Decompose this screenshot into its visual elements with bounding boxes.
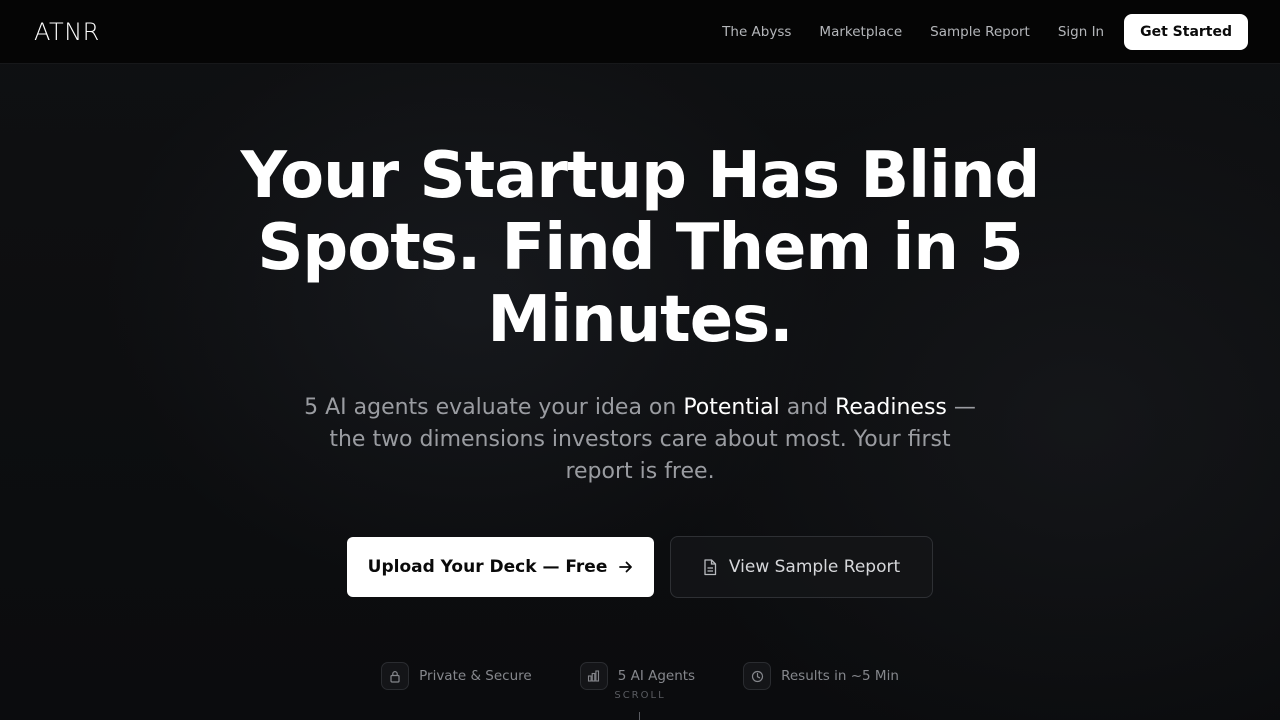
bar-chart-icon <box>579 662 608 690</box>
background <box>0 0 1280 720</box>
badge-private-secure: Private & Secure <box>381 662 532 690</box>
scroll-hint: SCROLL <box>614 690 666 701</box>
get-started-button[interactable]: Get Started <box>1124 14 1248 50</box>
nav-link-marketplace[interactable]: Marketplace <box>819 24 902 40</box>
subtitle-highlight-readiness: Readiness <box>835 395 947 420</box>
logo[interactable]: ATNR <box>34 18 100 46</box>
trust-badges: Private & Secure 5 AI Agents Results in … <box>0 662 1280 690</box>
lock-icon <box>381 662 410 690</box>
view-sample-report-button[interactable]: View Sample Report <box>670 536 933 598</box>
badge-ai-agents: 5 AI Agents <box>579 662 696 690</box>
badge-label: Private & Secure <box>419 668 532 684</box>
subtitle-text: 5 AI agents evaluate your idea on <box>304 395 684 420</box>
arrow-right-icon <box>619 558 633 577</box>
nav-links: The Abyss Marketplace Sample Report Sign… <box>694 14 1248 50</box>
subtitle-text: and <box>779 395 836 420</box>
subtitle-highlight-potential: Potential <box>683 395 780 420</box>
upload-deck-button[interactable]: Upload Your Deck — Free <box>347 537 654 597</box>
badge-label: Results in ~5 Min <box>781 668 899 684</box>
cta-row: Upload Your Deck — Free View Sample Repo… <box>0 536 1280 598</box>
hero-subtitle: 5 AI agents evaluate your idea on Potent… <box>300 392 980 488</box>
hero-title: Your Startup Has Blind Spots. Find Them … <box>240 139 1041 357</box>
nav-link-the-abyss[interactable]: The Abyss <box>722 24 791 40</box>
badge-label: 5 AI Agents <box>617 668 696 684</box>
scroll-indicator-line <box>639 712 640 720</box>
clock-icon <box>743 662 772 690</box>
top-nav: ATNR The Abyss Marketplace Sample Report… <box>0 0 1280 64</box>
nav-link-sample-report[interactable]: Sample Report <box>930 24 1030 40</box>
nav-link-sign-in[interactable]: Sign In <box>1058 24 1104 40</box>
view-sample-report-label: View Sample Report <box>728 557 901 577</box>
upload-deck-label: Upload Your Deck — Free <box>367 557 608 577</box>
badge-results-time: Results in ~5 Min <box>743 662 899 690</box>
document-icon <box>704 558 717 575</box>
